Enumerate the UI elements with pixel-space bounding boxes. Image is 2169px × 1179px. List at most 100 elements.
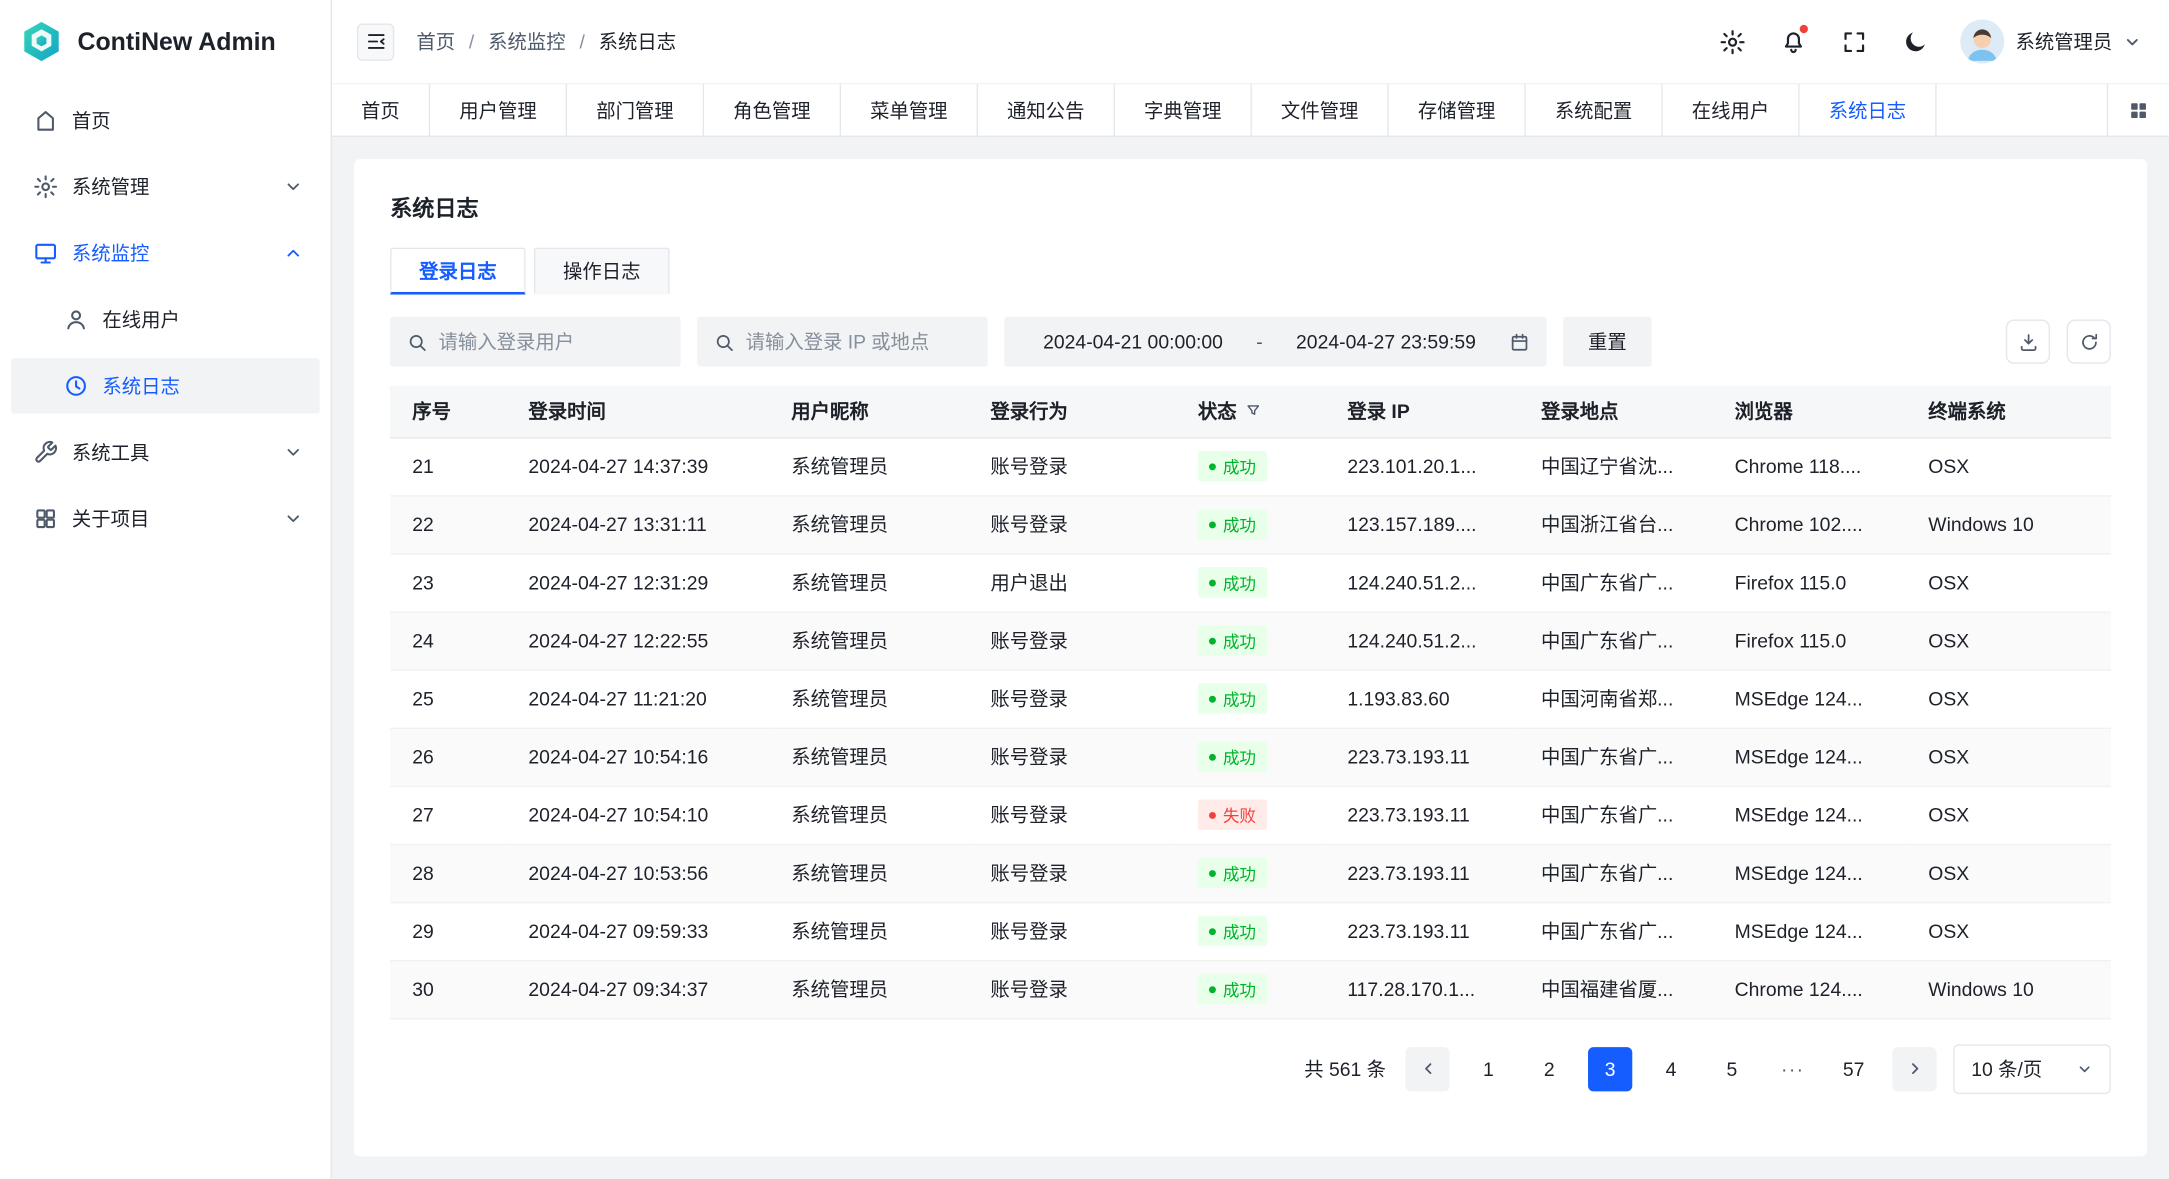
refresh-button[interactable] <box>2067 320 2111 364</box>
user-menu[interactable]: 系统管理员 <box>1960 19 2141 63</box>
brand[interactable]: ContiNew Admin <box>0 0 331 83</box>
page-button-1[interactable]: 1 <box>1466 1046 1510 1090</box>
tab-operation-log[interactable]: 操作日志 <box>534 248 670 295</box>
page-button-4[interactable]: 4 <box>1649 1046 1693 1090</box>
cell-behavior: 账号登录 <box>968 902 1175 960</box>
page-tab-online-users[interactable]: 在线用户 <box>1663 84 1800 135</box>
page-size-select[interactable]: 10 条/页 <box>1953 1044 2111 1094</box>
date-range-start[interactable]: 2024-04-21 00:00:00 <box>1021 331 1245 353</box>
pagination-total: 共 561 条 <box>1304 1055 1386 1083</box>
settings-icon <box>33 174 58 199</box>
page-ellipsis-button[interactable]: ··· <box>1771 1046 1815 1090</box>
notifications-button[interactable] <box>1778 26 1808 56</box>
page-tab-menu-management[interactable]: 菜单管理 <box>841 84 978 135</box>
sidebar-item-system-monitor[interactable]: 系统监控 <box>11 225 319 280</box>
page-tab-user-management[interactable]: 用户管理 <box>430 84 567 135</box>
column-header-login-time: 登录时间 <box>506 386 769 437</box>
cell-os: Windows 10 <box>1906 960 2111 1018</box>
notification-dot <box>1800 25 1808 33</box>
page-button-57[interactable]: 57 <box>1831 1046 1875 1090</box>
cell-nickname: 系统管理员 <box>769 960 968 1018</box>
page-tab-home[interactable]: 首页 <box>332 84 430 135</box>
page-tab-role-management[interactable]: 角色管理 <box>704 84 841 135</box>
page-tab-dict-management[interactable]: 字典管理 <box>1115 84 1252 135</box>
login-user-search-input[interactable] <box>390 317 680 367</box>
cell-location: 中国广东省广... <box>1519 728 1713 786</box>
table-row: 30 2024-04-27 09:34:37 系统管理员 账号登录 成功 117… <box>390 960 2111 1018</box>
tab-list-button[interactable] <box>2107 84 2169 135</box>
page-tab-file-management[interactable]: 文件管理 <box>1252 84 1389 135</box>
sidebar-item-label: 首页 <box>72 107 111 135</box>
sidebar-item-home[interactable]: 首页 <box>11 93 319 148</box>
date-range-picker[interactable]: 2024-04-21 00:00:00 - 2024-04-27 23:59:5… <box>1004 317 1546 367</box>
breadcrumb-home[interactable]: 首页 <box>416 28 455 56</box>
date-range-separator: - <box>1256 331 1262 353</box>
page-tab-notice[interactable]: 通知公告 <box>978 84 1115 135</box>
cell-ip: 1.193.83.60 <box>1325 670 1519 728</box>
export-button[interactable] <box>2006 320 2050 364</box>
cell-ip: 123.157.189.... <box>1325 495 1519 553</box>
column-header-os: 终端系统 <box>1906 386 2111 437</box>
cell-index: 21 <box>390 437 506 495</box>
page-tab-department-management[interactable]: 部门管理 <box>567 84 704 135</box>
breadcrumb-section[interactable]: 系统监控 <box>488 28 565 56</box>
page-tab-system-config[interactable]: 系统配置 <box>1526 84 1663 135</box>
cell-location: 中国辽宁省沈... <box>1519 437 1713 495</box>
calendar-icon <box>1509 331 1530 352</box>
tab-login-log[interactable]: 登录日志 <box>390 248 526 295</box>
next-page-button[interactable] <box>1892 1046 1936 1090</box>
page-tab-system-log[interactable]: 系统日志 <box>1800 84 1937 135</box>
reset-button[interactable]: 重置 <box>1563 317 1652 367</box>
login-log-table: 序号 登录时间 用户昵称 登录行为 状态 <box>390 386 2111 1019</box>
page-button-5[interactable]: 5 <box>1710 1046 1754 1090</box>
cell-status: 成功 <box>1176 728 1325 786</box>
page-tabs: 首页 用户管理 部门管理 角色管理 菜单管理 通知公告 字典管理 文件管理 存储… <box>332 83 2169 137</box>
cell-status: 成功 <box>1176 495 1325 553</box>
sidebar-item-system-management[interactable]: 系统管理 <box>11 159 319 214</box>
login-user-input-field[interactable] <box>439 331 664 353</box>
sidebar-item-online-users[interactable]: 在线用户 <box>11 292 319 347</box>
cell-nickname: 系统管理员 <box>769 670 968 728</box>
chevron-right-icon <box>1905 1060 1923 1078</box>
column-header-index: 序号 <box>390 386 506 437</box>
cell-browser: MSEdge 124... <box>1713 786 1907 844</box>
page-button-2[interactable]: 2 <box>1527 1046 1571 1090</box>
cell-status: 成功 <box>1176 553 1325 611</box>
column-header-status-label: 状态 <box>1198 397 1237 425</box>
sidebar-item-system-log[interactable]: 系统日志 <box>11 358 319 413</box>
prev-page-button[interactable] <box>1405 1046 1449 1090</box>
cell-login-time: 2024-04-27 10:54:10 <box>506 786 769 844</box>
page-button-3[interactable]: 3 <box>1588 1046 1632 1090</box>
date-range-end[interactable]: 2024-04-27 23:59:59 <box>1274 331 1498 353</box>
cell-os: OSX <box>1906 553 2111 611</box>
login-ip-search-input[interactable] <box>697 317 987 367</box>
cell-location: 中国河南省郑... <box>1519 670 1713 728</box>
table-row: 25 2024-04-27 11:21:20 系统管理员 账号登录 成功 1.1… <box>390 670 2111 728</box>
settings-button[interactable] <box>1717 26 1747 56</box>
cell-ip: 124.240.51.2... <box>1325 553 1519 611</box>
fullscreen-icon <box>1840 28 1866 54</box>
dark-mode-button[interactable] <box>1899 26 1929 56</box>
cell-browser: MSEdge 124... <box>1713 728 1907 786</box>
monitor-icon <box>33 241 58 266</box>
column-header-location: 登录地点 <box>1519 386 1713 437</box>
status-badge: 成功 <box>1198 451 1267 481</box>
chevron-down-icon <box>284 177 303 196</box>
filter-icon[interactable] <box>1245 403 1262 420</box>
cell-status: 失败 <box>1176 786 1325 844</box>
fullscreen-button[interactable] <box>1838 26 1868 56</box>
table-header-row: 序号 登录时间 用户昵称 登录行为 状态 <box>390 386 2111 437</box>
grid-icon <box>2128 99 2150 121</box>
cell-index: 22 <box>390 495 506 553</box>
cell-login-time: 2024-04-27 13:31:11 <box>506 495 769 553</box>
login-ip-input-field[interactable] <box>746 331 971 353</box>
cell-index: 30 <box>390 960 506 1018</box>
sidebar-item-label: 在线用户 <box>102 306 179 334</box>
page-tab-storage-management[interactable]: 存储管理 <box>1389 84 1526 135</box>
sidebar-item-about[interactable]: 关于项目 <box>11 491 319 546</box>
menu-collapse-button[interactable] <box>357 23 394 60</box>
sidebar-item-system-tools[interactable]: 系统工具 <box>11 425 319 480</box>
cell-ip: 223.101.20.1... <box>1325 437 1519 495</box>
main-column: 首页 / 系统监控 / 系统日志 <box>332 0 2169 1179</box>
cell-behavior: 账号登录 <box>968 437 1175 495</box>
